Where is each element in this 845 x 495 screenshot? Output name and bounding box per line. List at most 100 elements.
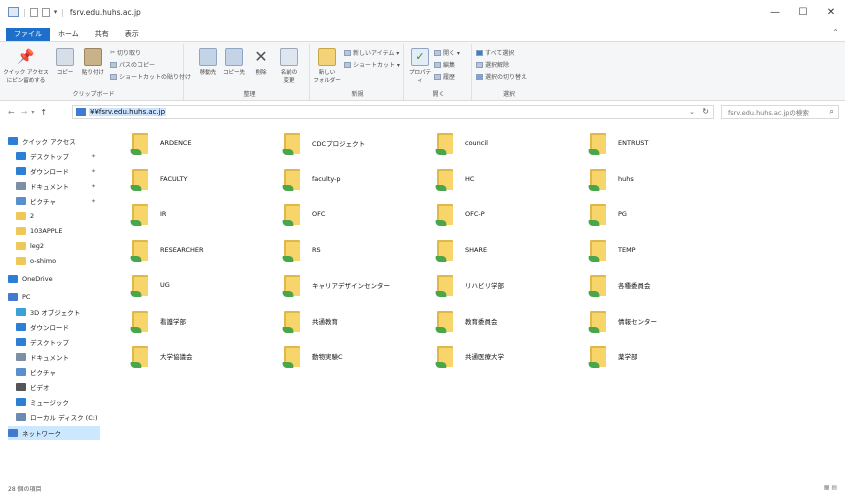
shared-folder-item[interactable]: HC (434, 164, 585, 194)
shared-folder-item[interactable]: SHARE (434, 235, 585, 265)
shared-folder-item[interactable]: PG (587, 199, 738, 229)
search-icon[interactable]: ⌕ (830, 107, 834, 117)
tab-home[interactable]: ホーム (50, 28, 87, 41)
shared-folder-item[interactable]: 共通医療大学 (434, 341, 585, 371)
sidebar-item[interactable]: ミュージック (8, 395, 100, 409)
sidebar-item[interactable]: PC (8, 290, 100, 304)
tab-file[interactable]: ファイル (6, 28, 50, 41)
sidebar-item[interactable]: ダウンロード ✦ (8, 164, 100, 178)
sidebar-item[interactable]: ダウンロード (8, 320, 100, 334)
folder-name: 共通教育 (312, 317, 338, 326)
sidebar-item[interactable]: ビデオ (8, 380, 100, 394)
new-folder-qat-icon[interactable] (41, 7, 50, 17)
select-all-button[interactable]: すべて選択 (476, 48, 514, 57)
copy-button[interactable]: コピー (54, 48, 76, 76)
view-mode-icons[interactable]: ▦ ▤ (824, 484, 837, 491)
recent-locations-dropdown-icon[interactable]: ▾ (31, 109, 34, 116)
shared-folder-item[interactable]: IR (129, 199, 280, 229)
shared-folder-item[interactable]: 情報センター (587, 306, 738, 336)
refresh-icon[interactable]: ↻ (702, 107, 709, 116)
sidebar-item[interactable]: o-shimo (8, 254, 100, 268)
select-none-button[interactable]: 選択解除 (476, 60, 509, 69)
shared-folder-item[interactable]: ARDENCE (129, 128, 280, 158)
properties-qat-icon[interactable] (29, 7, 38, 17)
invert-selection-button[interactable]: 選択の切り替え (476, 72, 527, 81)
move-to-button[interactable]: 移動先 (196, 48, 220, 76)
shared-folder-item[interactable]: council (434, 128, 585, 158)
shared-folder-item[interactable]: 共通教育 (281, 306, 432, 336)
shared-folder-item[interactable]: 各種委員会 (587, 270, 738, 300)
delete-button[interactable]: ✕ 削除 (250, 48, 272, 77)
drive-icon (16, 413, 26, 421)
shared-folder-item[interactable]: huhs (587, 164, 738, 194)
tab-share[interactable]: 共有 (87, 28, 117, 41)
properties-button[interactable]: ✓ プロパティ (408, 48, 432, 84)
sidebar-item[interactable]: leg2 (8, 239, 100, 253)
new-item-button[interactable]: 新しいアイテム ▾ (344, 48, 399, 57)
sidebar-item[interactable]: OneDrive (8, 272, 100, 286)
shared-folder-item[interactable]: リハビリ学部 (434, 270, 585, 300)
new-folder-button[interactable]: 新しい フォルダー (313, 48, 341, 84)
shared-folder-item[interactable]: OFC (281, 199, 432, 229)
copy-icon (56, 48, 74, 66)
shared-folder-item[interactable]: 看護学部 (129, 306, 280, 336)
minimize-button[interactable]: — (761, 0, 789, 24)
folder-name: UG (160, 281, 170, 289)
cut-button[interactable]: ✂ 切り取り (110, 48, 141, 57)
forward-arrow-icon[interactable]: → (21, 108, 28, 117)
pin-quick-access-button[interactable]: 📌 クイック アクセス にピン留めする (3, 48, 48, 84)
shared-folder-item[interactable]: RESEARCHER (129, 235, 280, 265)
edit-button[interactable]: 編集 (434, 60, 455, 69)
ribbon-collapse-icon[interactable]: ⌃ (832, 28, 839, 37)
folder-name: 教育委員会 (465, 317, 498, 326)
address-bar[interactable]: ¥¥fsrv.edu.huhs.ac.jp ⌄ ↻ (72, 105, 714, 119)
shared-folder-item[interactable]: UG (129, 270, 280, 300)
copy-path-button[interactable]: パスのコピー (110, 60, 155, 69)
address-text[interactable]: ¥¥fsrv.edu.huhs.ac.jp (89, 108, 167, 116)
close-button[interactable]: ✕ (817, 0, 845, 24)
sidebar-item[interactable]: ドキュメント (8, 350, 100, 364)
sidebar-item[interactable]: クイック アクセス (8, 134, 100, 148)
address-dropdown-icon[interactable]: ⌄ (689, 108, 695, 116)
shared-folder-item[interactable]: CDCプロジェクト (281, 128, 432, 158)
history-button[interactable]: 履歴 (434, 72, 455, 81)
shared-folder-item[interactable]: キャリアデザインセンター (281, 270, 432, 300)
sidebar-item[interactable]: 2 (8, 209, 100, 223)
easy-access-button[interactable]: ショートカット ▾ (344, 60, 400, 69)
sidebar-item[interactable]: ネットワーク (8, 426, 100, 440)
shared-folder-item[interactable]: faculty-p (281, 164, 432, 194)
shared-folder-item[interactable]: OFC-P (434, 199, 585, 229)
sidebar-item[interactable]: デスクトップ ✦ (8, 149, 100, 163)
folder-name: PG (618, 210, 627, 218)
shared-folder-item[interactable]: 薬学部 (587, 341, 738, 371)
pin-icon: ✦ (90, 167, 96, 175)
open-button[interactable]: 開く ▾ (434, 48, 460, 57)
sidebar-item-label: 2 (30, 212, 35, 220)
shared-folder-item[interactable]: FACULTY (129, 164, 280, 194)
search-input[interactable]: fsrv.edu.huhs.ac.jpの検索 ⌕ (721, 105, 839, 119)
tab-view[interactable]: 表示 (117, 28, 147, 41)
shared-folder-item[interactable]: RS (281, 235, 432, 265)
sidebar-item[interactable]: ピクチャ (8, 365, 100, 379)
clipboard-icon (84, 48, 102, 66)
folder-name: OFC (312, 210, 326, 218)
maximize-button[interactable]: ☐ (789, 0, 817, 24)
sidebar-item[interactable]: ピクチャ ✦ (8, 194, 100, 208)
up-arrow-icon[interactable]: ↑ (40, 108, 47, 117)
shared-folder-item[interactable]: 教育委員会 (434, 306, 585, 336)
qat-customize-dropdown-icon[interactable]: ▾ (54, 8, 58, 16)
shared-folder-item[interactable]: ENTRUST (587, 128, 738, 158)
shared-folder-item[interactable]: TEMP (587, 235, 738, 265)
back-arrow-icon[interactable]: ← (8, 108, 15, 117)
sidebar-item[interactable]: デスクトップ (8, 335, 100, 349)
paste-shortcut-button[interactable]: ショートカットの貼り付け (110, 72, 191, 81)
rename-button[interactable]: 名前の 変更 (276, 48, 302, 84)
shared-folder-item[interactable]: 動物実験C (281, 341, 432, 371)
sidebar-item[interactable]: 103APPLE (8, 224, 100, 238)
sidebar-item[interactable]: 3D オブジェクト (8, 305, 100, 319)
paste-button[interactable]: 貼り付け (80, 48, 106, 76)
sidebar-item[interactable]: ドキュメント ✦ (8, 179, 100, 193)
shared-folder-item[interactable]: 大学協議会 (129, 341, 280, 371)
copy-to-button[interactable]: コピー先 (222, 48, 246, 76)
sidebar-item[interactable]: ローカル ディスク (C:) (8, 410, 100, 424)
